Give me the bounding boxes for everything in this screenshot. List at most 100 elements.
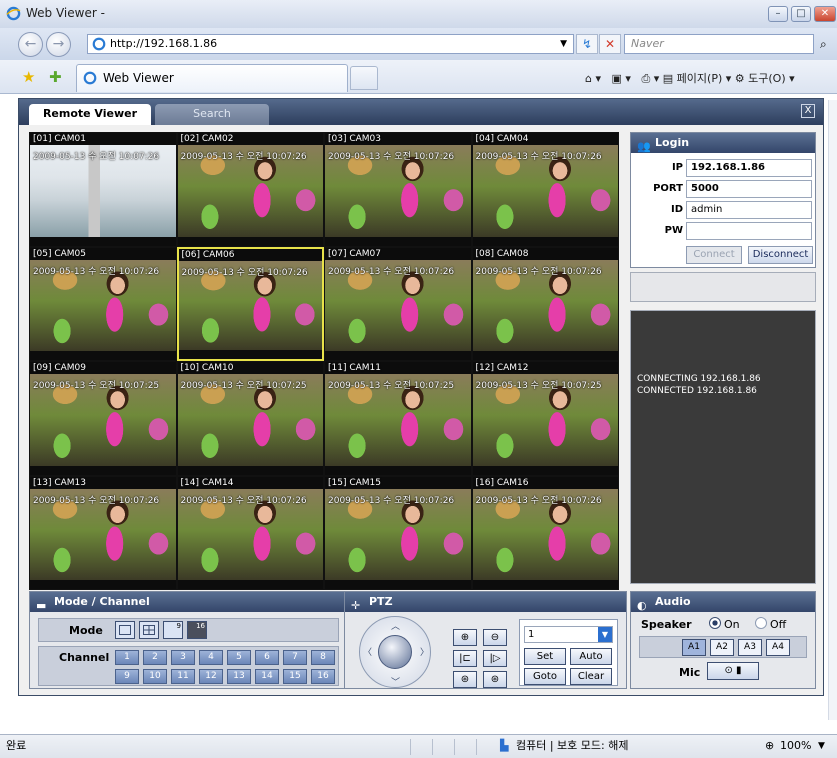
- minimize-button[interactable]: –: [768, 6, 788, 22]
- channel-button[interactable]: 4: [199, 650, 223, 665]
- focus-far-button[interactable]: |▷: [483, 650, 507, 667]
- print-icon[interactable]: ⎙ ▾: [641, 72, 659, 85]
- zoom-level[interactable]: 100%: [780, 735, 811, 757]
- channel-button[interactable]: 5: [227, 650, 251, 665]
- ptz-left-icon[interactable]: 〈: [363, 645, 372, 658]
- ptz-down-icon[interactable]: ﹀: [391, 675, 400, 688]
- channel-button[interactable]: 3: [171, 650, 195, 665]
- audio-channel-button[interactable]: A4: [766, 639, 790, 656]
- port-field[interactable]: 5000: [686, 180, 812, 198]
- preset-select[interactable]: 1 ▼: [524, 626, 613, 643]
- pw-field[interactable]: [686, 222, 812, 240]
- mode-4-button[interactable]: [139, 621, 159, 639]
- new-tab-button[interactable]: [350, 66, 378, 90]
- camera-tile[interactable]: [07] CAM07 2009-05-13 수 오전 10:07:26: [324, 246, 472, 361]
- tab-search[interactable]: Search: [155, 104, 269, 125]
- page-menu-icon[interactable]: ▤: [663, 72, 673, 85]
- search-input[interactable]: Naver: [624, 34, 814, 54]
- close-window-button[interactable]: ✕: [814, 6, 836, 22]
- channel-button[interactable]: 14: [255, 669, 279, 684]
- camera-tile[interactable]: [11] CAM11 2009-05-13 수 오전 10:07:25: [324, 361, 472, 476]
- home-icon[interactable]: ⌂ ▾: [585, 72, 601, 85]
- add-favorites-icon[interactable]: ✚: [49, 68, 62, 86]
- camera-label: [12] CAM12: [475, 363, 529, 373]
- back-button[interactable]: ←: [18, 32, 43, 57]
- search-icon[interactable]: ⌕: [820, 37, 827, 52]
- preset-goto-button[interactable]: Goto: [524, 668, 566, 685]
- zoom-out-button[interactable]: ⊖: [483, 629, 507, 646]
- channel-button[interactable]: 10: [143, 669, 167, 684]
- camera-tile[interactable]: [08] CAM08 2009-05-13 수 오전 10:07:26: [471, 246, 619, 361]
- preset-auto-button[interactable]: Auto: [570, 648, 612, 665]
- channel-button[interactable]: 9: [115, 669, 139, 684]
- channel-button[interactable]: 12: [199, 669, 223, 684]
- mode-1-button[interactable]: [115, 621, 135, 639]
- mode-9-button[interactable]: 9: [163, 621, 183, 639]
- camera-tile[interactable]: [02] CAM02 2009-05-13 수 오전 10:07:26: [176, 132, 324, 247]
- camera-tile[interactable]: [14] CAM14 2009-05-13 수 오전 10:07:26: [176, 475, 324, 590]
- channel-button[interactable]: 13: [227, 669, 251, 684]
- audio-channel-button[interactable]: A2: [710, 639, 734, 656]
- forward-button[interactable]: →: [46, 32, 71, 57]
- ptz-joystick[interactable]: ︿ ﹀ 〈 〉: [359, 616, 431, 688]
- speaker-on-radio[interactable]: [709, 617, 721, 629]
- tools-menu[interactable]: 도구(O): [748, 72, 785, 85]
- preset-dropdown-icon[interactable]: ▼: [598, 627, 612, 642]
- audio-channel-button[interactable]: A1: [682, 639, 706, 656]
- camera-timestamp: 2009-05-13 수 오전 10:07:26: [475, 495, 602, 506]
- ip-field[interactable]: 192.168.1.86: [686, 159, 812, 177]
- stop-icon[interactable]: ✕: [599, 34, 621, 54]
- camera-tile[interactable]: [05] CAM05 2009-05-13 수 오전 10:07:26: [29, 246, 177, 361]
- id-field[interactable]: admin: [686, 201, 812, 219]
- camera-tile[interactable]: [04] CAM04 2009-05-13 수 오전 10:07:26: [471, 132, 619, 247]
- focus-near-button[interactable]: |⊏: [453, 650, 477, 667]
- preset-clear-button[interactable]: Clear: [570, 668, 612, 685]
- favorites-star-icon[interactable]: ★: [22, 68, 35, 86]
- camera-tile[interactable]: [16] CAM16 2009-05-13 수 오전 10:07:26: [471, 475, 619, 590]
- ptz-up-icon[interactable]: ︿: [391, 619, 400, 632]
- channel-button[interactable]: 16: [311, 669, 335, 684]
- camera-tile[interactable]: [09] CAM09 2009-05-13 수 오전 10:07:25: [29, 361, 177, 476]
- browser-tab[interactable]: Web Viewer: [76, 64, 348, 92]
- mic-toggle-icon[interactable]: ⊙ ▮: [707, 662, 759, 680]
- mode-16-button[interactable]: 16: [187, 621, 207, 639]
- channel-button[interactable]: 15: [283, 669, 307, 684]
- channel-button[interactable]: 6: [255, 650, 279, 665]
- channel-button[interactable]: 8: [311, 650, 335, 665]
- ptz-right-icon[interactable]: 〉: [420, 645, 429, 658]
- url-input[interactable]: http://192.168.1.86 ▼: [87, 34, 574, 54]
- zoom-in-button[interactable]: ⊕: [453, 629, 477, 646]
- zone-text: 컴퓨터 | 보호 모드: 해제: [516, 739, 629, 752]
- camera-tile[interactable]: [06] CAM06 2009-05-13 수 오전 10:07:26: [176, 246, 324, 361]
- disconnect-button[interactable]: Disconnect: [748, 246, 813, 264]
- tab-remote-viewer[interactable]: Remote Viewer: [29, 104, 151, 125]
- page-menu[interactable]: 페이지(P): [677, 72, 723, 85]
- ptz-panel: ✛ PTZ ︿ ﹀ 〈 〉 ⊕ ⊖ |⊏ |▷ ⊛ ⊛ 1 ▼ Set Auto…: [344, 591, 627, 689]
- channel-button[interactable]: 11: [171, 669, 195, 684]
- channel-button[interactable]: 2: [143, 650, 167, 665]
- connect-button[interactable]: Connect: [686, 246, 742, 264]
- tools-gear-icon[interactable]: ⚙: [735, 72, 745, 85]
- url-dropdown-icon[interactable]: ▼: [560, 35, 567, 53]
- iris-open-button[interactable]: ⊛: [453, 671, 477, 688]
- ptz-joystick-knob[interactable]: [378, 635, 412, 669]
- camera-tile[interactable]: [15] CAM15 2009-05-13 수 오전 10:07:26: [324, 475, 472, 590]
- channel-button[interactable]: 1: [115, 650, 139, 665]
- audio-channel-button[interactable]: A3: [738, 639, 762, 656]
- camera-tile[interactable]: [13] CAM13 2009-05-13 수 오전 10:07:26: [29, 475, 177, 590]
- channel-button[interactable]: 7: [283, 650, 307, 665]
- speaker-off-radio[interactable]: [755, 617, 767, 629]
- camera-tile[interactable]: [12] CAM12 2009-05-13 수 오전 10:07:25: [471, 361, 619, 476]
- preset-set-button[interactable]: Set: [524, 648, 566, 665]
- maximize-button[interactable]: □: [791, 6, 811, 22]
- app-close-button[interactable]: X: [801, 104, 815, 118]
- iris-close-button[interactable]: ⊛: [483, 671, 507, 688]
- camera-tile[interactable]: [10] CAM10 2009-05-13 수 오전 10:07:25: [176, 361, 324, 476]
- zoom-icon[interactable]: ⊕: [765, 735, 774, 757]
- page-scrollbar[interactable]: [828, 100, 837, 720]
- camera-tile[interactable]: [03] CAM03 2009-05-13 수 오전 10:07:26: [324, 132, 472, 247]
- refresh-icon[interactable]: ↯: [576, 34, 598, 54]
- camera-tile[interactable]: [01] CAM01 2009-05-13 수 오전 10:07:26: [29, 132, 177, 247]
- zoom-dropdown-icon[interactable]: ▼: [818, 735, 825, 757]
- feeds-icon[interactable]: ▣ ▾: [612, 72, 631, 85]
